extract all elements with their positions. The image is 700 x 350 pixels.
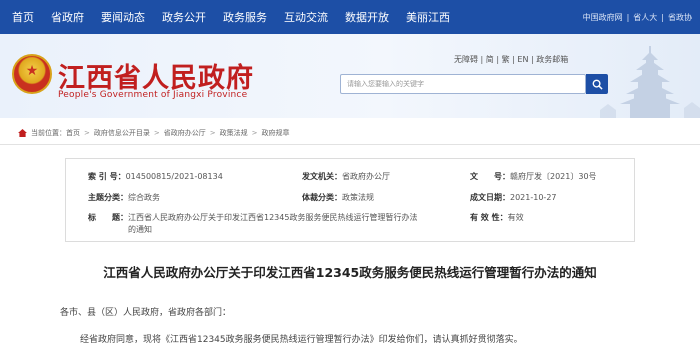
national-emblem-icon: ★ <box>12 54 52 94</box>
language-links: 无障碍 | 简 | 繁 | EN | 政务邮箱 <box>454 54 568 65</box>
written-date-label: 成文日期： <box>470 193 510 202</box>
genre-category-value: 政策法规 <box>342 193 374 202</box>
document-info-table: 索 引 号：014500815/2021-08134 发文机关：省政府办公厅 文… <box>65 158 635 242</box>
chevron-right-icon: > <box>209 129 216 137</box>
breadcrumb-general-office[interactable]: 省政府办公厅 <box>164 128 206 138</box>
issuer-value: 省政府办公厅 <box>342 172 390 181</box>
chevron-right-icon: > <box>251 129 258 137</box>
title-value-continued: 的通知 <box>128 225 152 234</box>
validity-value: 有效 <box>507 213 524 222</box>
link-traditional[interactable]: 繁 <box>502 55 510 64</box>
link-provincial-congress[interactable]: 省人大 <box>633 12 657 23</box>
index-number-label: 索 引 号： <box>88 172 126 181</box>
document-title: 江西省人民政府办公厅关于印发江西省12345政务服务便民热线运行管理暂行办法的通… <box>103 265 597 280</box>
star-icon: ★ <box>25 63 39 79</box>
chevron-right-icon: > <box>84 129 90 137</box>
document-greeting: 各市、县（区）人民政府，省政府各部门： <box>60 308 232 318</box>
link-china-gov[interactable]: 中国政府网 <box>583 12 623 23</box>
validity-label: 有 效 性： <box>470 213 508 222</box>
nav-government-services[interactable]: 政务服务 <box>223 9 267 25</box>
chevron-right-icon: > <box>153 129 160 137</box>
divider: | <box>661 12 664 22</box>
site-subtitle: People's Government of Jiangxi Province <box>58 90 248 100</box>
document-number-label: 文 号： <box>470 172 510 181</box>
breadcrumb: 当前位置： 首页 > 政府信息公开目录 > 省政府办公厅 > 政策法规 > 政府… <box>18 128 290 138</box>
genre-category-label: 体裁分类： <box>302 193 342 202</box>
home-icon <box>18 129 27 137</box>
title-label: 标 题： <box>88 213 128 222</box>
link-accessibility[interactable]: 无障碍 <box>454 55 478 64</box>
title-value: 江西省人民政府办公厅关于印发江西省12345政务服务便民热线运行管理暂行办法 <box>128 213 418 222</box>
top-nav-bar: 首页 省政府 要闻动态 政务公开 政务服务 互动交流 数据开放 美丽江西 中国政… <box>0 0 700 34</box>
breadcrumb-regulations[interactable]: 政府规章 <box>262 128 290 138</box>
search-input[interactable]: 请输入您要输入的关键字 <box>340 74 586 94</box>
link-simplified[interactable]: 简 <box>486 55 494 64</box>
link-gov-mail[interactable]: 政务邮箱 <box>536 55 568 64</box>
site-banner: ★ 江西省人民政府 People's Government of Jiangxi… <box>0 34 700 118</box>
nav-provincial-government[interactable]: 省政府 <box>51 9 84 25</box>
topic-category-label: 主题分类： <box>88 193 128 202</box>
breadcrumb-info-catalog[interactable]: 政府信息公开目录 <box>94 128 150 138</box>
nav-home[interactable]: 首页 <box>12 9 34 25</box>
nav-news[interactable]: 要闻动态 <box>101 9 145 25</box>
nav-open-data[interactable]: 数据开放 <box>345 9 389 25</box>
nav-beautiful-jiangxi[interactable]: 美丽江西 <box>406 9 450 25</box>
external-links: 中国政府网 | 省人大 | 省政协 <box>583 0 692 34</box>
divider: | <box>626 12 630 22</box>
tengwang-pavilion-illustration <box>600 46 700 118</box>
issuer-label: 发文机关： <box>302 172 342 181</box>
link-provincial-cppcc[interactable]: 省政协 <box>668 12 692 23</box>
topic-category-value: 综合政务 <box>128 193 160 202</box>
link-english[interactable]: EN <box>517 55 528 64</box>
index-number-value: 014500815/2021-08134 <box>125 172 223 181</box>
breadcrumb-home[interactable]: 首页 <box>66 128 80 138</box>
written-date-value: 2021-10-27 <box>510 193 557 202</box>
breadcrumb-policies[interactable]: 政策法规 <box>220 128 248 138</box>
nav-government-affairs-public[interactable]: 政务公开 <box>162 9 206 25</box>
breadcrumb-label: 当前位置： <box>31 129 66 137</box>
divider <box>0 144 700 145</box>
document-number-value: 赣府厅发〔2021〕30号 <box>510 172 597 181</box>
nav-interaction[interactable]: 互动交流 <box>284 9 328 25</box>
document-paragraph: 经省政府同意，现将《江西省12345政务服务便民热线运行管理暂行办法》印发给你们… <box>80 335 523 345</box>
main-nav: 首页 省政府 要闻动态 政务公开 政务服务 互动交流 数据开放 美丽江西 <box>0 0 467 34</box>
